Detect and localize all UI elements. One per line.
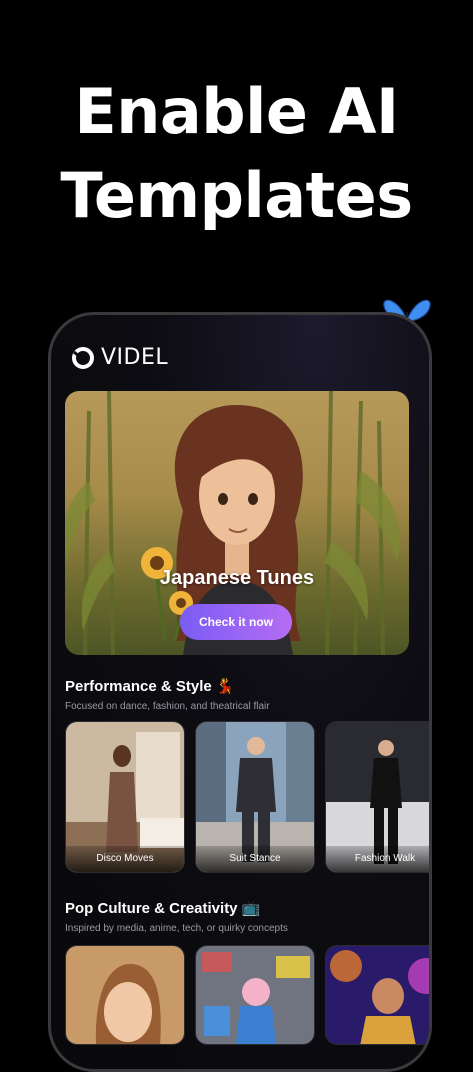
performance-cards: Disco Moves Suit Stance Fashion Walk <box>65 721 429 873</box>
hero-banner[interactable]: Japanese Tunes Check it now <box>65 391 409 655</box>
template-card-graffiti[interactable] <box>195 945 315 1045</box>
card-label: Disco Moves <box>66 846 184 872</box>
phone-frame: VIDEL Japanese Tunes Check it now Perfor… <box>48 312 432 1072</box>
template-card-disco-moves[interactable]: Disco Moves <box>65 721 185 873</box>
app-logo: VIDEL <box>71 345 168 370</box>
template-card-suit-stance[interactable]: Suit Stance <box>195 721 315 873</box>
card-label: Suit Stance <box>196 846 314 872</box>
hero-title: Japanese Tunes <box>159 567 315 589</box>
check-it-now-button[interactable]: Check it now <box>180 604 292 640</box>
template-card-fashion-walk[interactable]: Fashion Walk <box>325 721 429 873</box>
videl-logo-icon <box>72 346 94 369</box>
pop-culture-cards <box>65 945 429 1045</box>
card-image <box>326 946 429 1044</box>
card-image <box>66 946 184 1044</box>
template-card-performer[interactable] <box>325 945 429 1045</box>
section-title-pop-culture: Pop Culture & Creativity 📺 <box>65 900 261 917</box>
template-card-anime-portrait[interactable] <box>65 945 185 1045</box>
section-title-performance: Performance & Style 💃 <box>65 678 235 695</box>
headline-line-2: Templates <box>60 159 413 232</box>
headline: Enable AI Templates <box>0 70 473 238</box>
headline-line-1: Enable AI <box>74 75 399 148</box>
card-label: Fashion Walk <box>326 846 429 872</box>
card-image <box>196 946 314 1044</box>
section-subtitle-pop-culture: Inspired by media, anime, tech, or quirk… <box>65 923 288 934</box>
logo-text: VIDEL <box>101 345 169 370</box>
section-subtitle-performance: Focused on dance, fashion, and theatrica… <box>65 701 270 712</box>
